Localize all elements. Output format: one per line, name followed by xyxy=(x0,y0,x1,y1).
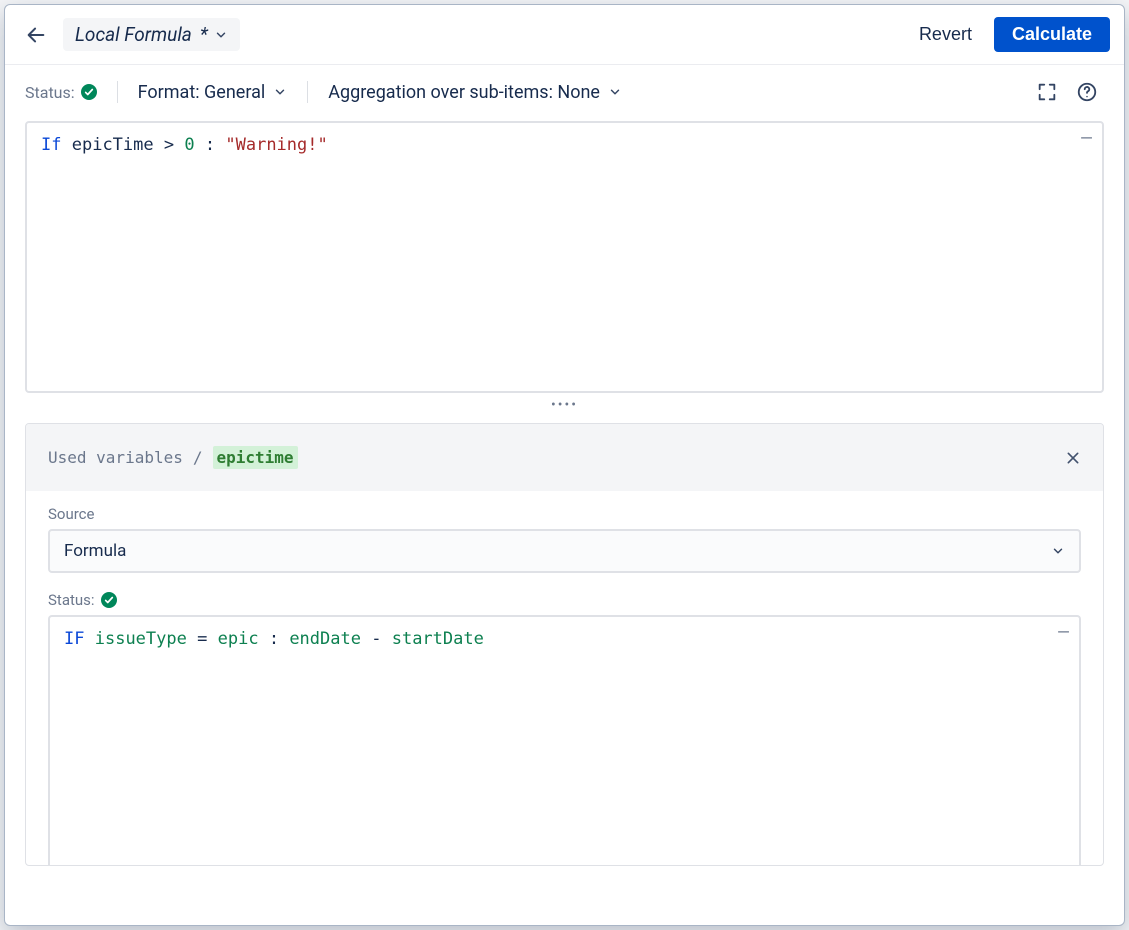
format-label: Format: General xyxy=(138,82,266,103)
fullscreen-button[interactable] xyxy=(1030,75,1064,109)
nested-status: Status: xyxy=(48,591,1081,609)
breadcrumb-root[interactable]: Used variables xyxy=(48,448,183,467)
status-ok-icon xyxy=(81,84,97,100)
collapse-icon[interactable]: — xyxy=(1081,127,1092,148)
code-token: startDate xyxy=(392,629,484,649)
code-token: If xyxy=(41,135,61,155)
variable-name: epictime xyxy=(213,446,298,469)
variable-panel-header: Used variables / epictime xyxy=(26,424,1103,491)
formula-title: Local Formula xyxy=(75,23,192,46)
format-dropdown[interactable]: Format: General xyxy=(138,82,288,103)
calculate-button[interactable]: Calculate xyxy=(994,17,1110,52)
breadcrumb-separator: / xyxy=(193,448,203,467)
code-token: "Warning!" xyxy=(225,135,327,155)
code-token: > xyxy=(164,135,174,155)
chevron-down-icon xyxy=(608,85,622,99)
formula-editor-modal: Local Formula * Revert Calculate Status:… xyxy=(4,4,1125,926)
arrow-left-icon xyxy=(25,24,47,46)
status-ok-icon xyxy=(101,592,117,608)
formula-editor[interactable]: — If epicTime > 0 : "Warning!" xyxy=(25,121,1104,393)
separator xyxy=(117,81,118,103)
code-token: = xyxy=(197,629,207,649)
code-token: endDate xyxy=(289,629,361,649)
source-value: Formula xyxy=(64,541,126,561)
nested-status-label: Status: xyxy=(48,591,95,609)
separator xyxy=(307,81,308,103)
code-token: : xyxy=(269,629,279,649)
maximize-icon xyxy=(1036,81,1058,103)
code-token: - xyxy=(371,629,381,649)
variable-panel-body: Source Formula Status: — IF issueType xyxy=(26,491,1103,865)
close-icon xyxy=(1065,450,1081,466)
chevron-down-icon xyxy=(214,28,228,42)
aggregation-label: Aggregation over sub-items: None xyxy=(328,82,600,103)
help-icon xyxy=(1076,81,1098,103)
code-token: IF xyxy=(64,629,84,649)
code-token: epicTime xyxy=(72,135,154,155)
code-token: 0 xyxy=(184,135,194,155)
nested-formula-editor[interactable]: — IF issueType = epic : endDate - startD… xyxy=(48,615,1081,865)
help-button[interactable] xyxy=(1070,75,1104,109)
variable-panel: Used variables / epictime Source Formula… xyxy=(25,423,1104,866)
code-token: epic xyxy=(218,629,259,649)
resize-handle[interactable]: •••• xyxy=(5,393,1124,423)
close-variable-button[interactable] xyxy=(1065,450,1081,466)
code-token: : xyxy=(205,135,215,155)
formula-title-dropdown[interactable]: Local Formula * xyxy=(63,18,240,51)
back-button[interactable] xyxy=(19,18,53,52)
code-token: issueType xyxy=(95,629,187,649)
source-select[interactable]: Formula xyxy=(48,529,1081,573)
modal-body[interactable]: Status: Format: General Aggregation over… xyxy=(5,65,1124,925)
dirty-indicator: * xyxy=(200,23,208,46)
editor-toolbar: Status: Format: General Aggregation over… xyxy=(5,65,1124,121)
source-label: Source xyxy=(48,505,1081,523)
modal-header: Local Formula * Revert Calculate xyxy=(5,5,1124,65)
chevron-down-icon xyxy=(273,85,287,99)
revert-button[interactable]: Revert xyxy=(907,18,984,51)
chevron-down-icon xyxy=(1051,544,1065,558)
collapse-icon[interactable]: — xyxy=(1058,621,1069,642)
aggregation-dropdown[interactable]: Aggregation over sub-items: None xyxy=(328,82,622,103)
status-label: Status: xyxy=(25,83,75,102)
